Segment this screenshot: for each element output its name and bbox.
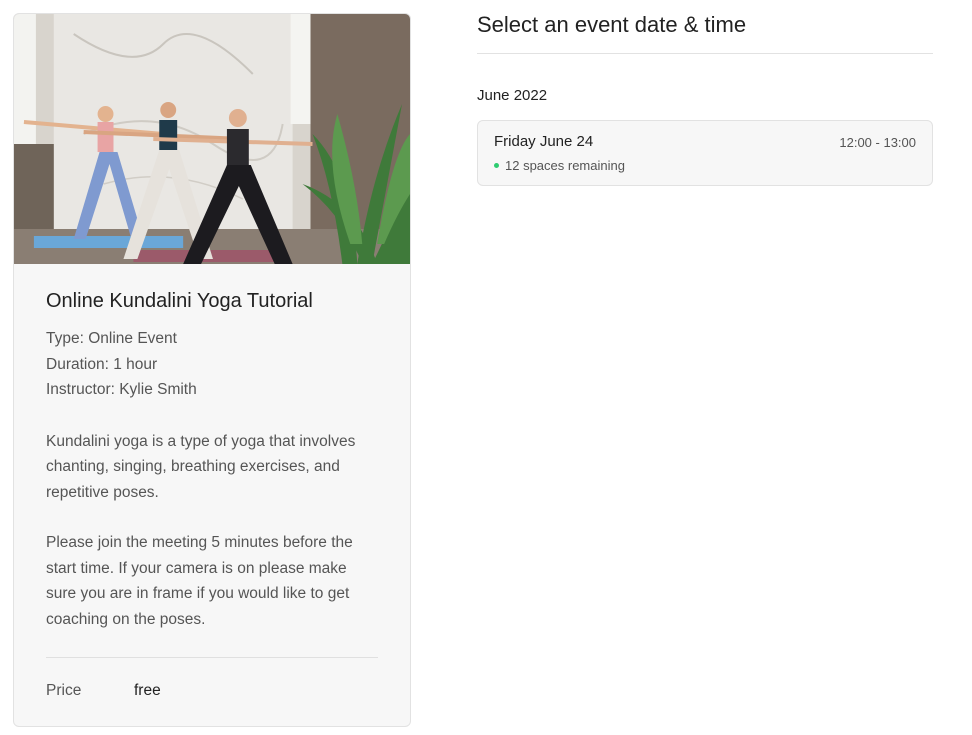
slot-time: 12:00 - 13:00 — [839, 135, 916, 150]
month-label: June 2022 — [477, 87, 548, 104]
price-row: Price free — [46, 658, 378, 700]
event-type: Type: Online Event — [46, 330, 177, 347]
spaces-remaining: 12 spaces remaining — [505, 158, 625, 173]
availability-dot-icon — [494, 163, 499, 168]
price-label: Price — [46, 682, 82, 699]
event-card: Online Kundalini Yoga Tutorial Type: Onl… — [13, 13, 411, 727]
description-paragraph: Please join the meeting 5 minutes before… — [46, 534, 353, 628]
event-title: Online Kundalini Yoga Tutorial — [46, 290, 313, 312]
event-details: Online Kundalini Yoga Tutorial Type: Onl… — [14, 264, 410, 700]
slot-availability: 12 spaces remaining — [494, 158, 625, 173]
price-value: free — [134, 682, 161, 699]
event-instructor: Instructor: Kylie Smith — [46, 381, 197, 398]
time-slot[interactable]: Friday June 24 12:00 - 13:00 12 spaces r… — [477, 120, 933, 186]
event-description: Kundalini yoga is a type of yoga that in… — [46, 429, 378, 633]
description-paragraph: Kundalini yoga is a type of yoga that in… — [46, 432, 356, 501]
slot-day: Friday June 24 — [494, 133, 594, 150]
schedule-panel: Select an event date & time June 2022 Fr… — [477, 0, 933, 186]
schedule-title: Select an event date & time — [477, 12, 933, 54]
yoga-photo-illustration — [14, 14, 410, 264]
event-duration: Duration: 1 hour — [46, 355, 158, 373]
event-image — [14, 14, 410, 264]
